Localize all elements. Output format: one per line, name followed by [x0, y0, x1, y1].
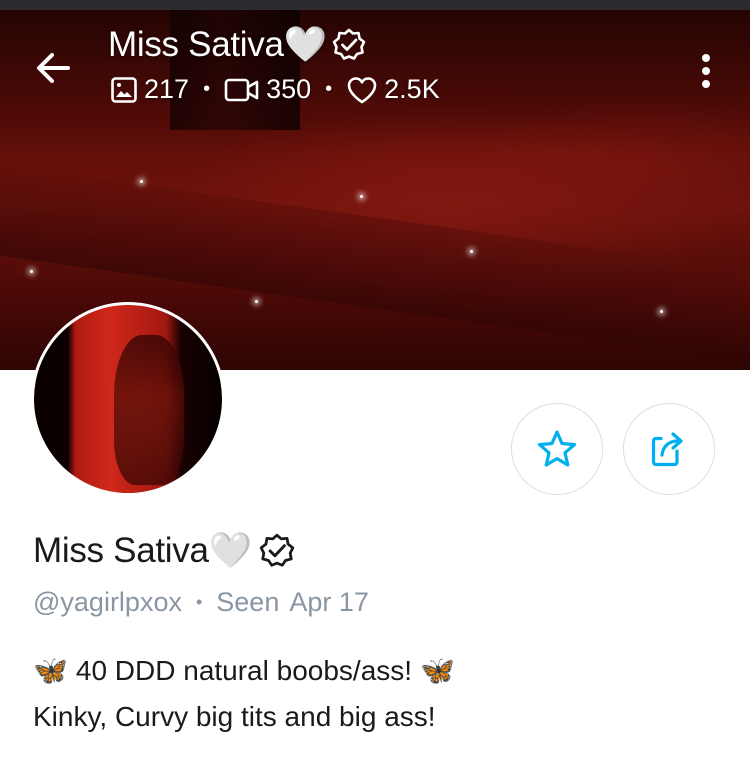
header-name: Miss Sativa🤍 — [108, 25, 327, 64]
seen-date: Apr 17 — [289, 587, 369, 617]
add-to-favorites-button[interactable] — [511, 403, 603, 495]
videos-count: 350 — [266, 74, 312, 104]
top-bar: Miss Sativa🤍 217 • 350 • 2.5K — [0, 10, 750, 120]
butterfly-emoji: 🦋 — [33, 655, 68, 686]
meta-separator: • — [195, 592, 203, 612]
profile-handle: @yagirlpxox — [33, 587, 182, 617]
profile-bio: 🦋 40 DDD natural boobs/ass! 🦋 Kinky, Cur… — [33, 648, 455, 740]
butterfly-emoji: 🦋 — [420, 655, 455, 686]
bio-text: Kinky, Curvy big tits and big ass! — [33, 701, 436, 732]
likes-count: 2.5K — [384, 74, 440, 104]
stat-separator: • — [325, 78, 333, 100]
seen-label: Seen — [216, 587, 280, 617]
image-icon — [111, 76, 137, 103]
bio-text: 40 DDD natural boobs/ass! — [75, 655, 413, 686]
profile-meta: @yagirlpxox • Seen Apr 17 — [33, 587, 369, 618]
arrow-left-icon — [37, 53, 70, 83]
profile-name: Miss Sativa🤍 — [33, 530, 296, 571]
back-button[interactable] — [30, 48, 78, 88]
more-options-button[interactable] — [688, 50, 724, 94]
heart-icon — [347, 76, 377, 103]
likes-stat[interactable]: 2.5K — [346, 74, 440, 105]
bio-line: 🦋 40 DDD natural boobs/ass! 🦋 — [33, 648, 455, 694]
photos-stat[interactable]: 217 — [110, 74, 189, 105]
bio-line: Kinky, Curvy big tits and big ass! — [33, 694, 455, 740]
more-vertical-icon — [702, 54, 710, 88]
avatar-image — [34, 305, 222, 493]
avatar[interactable] — [31, 302, 225, 496]
status-bar — [0, 0, 750, 10]
videos-stat[interactable]: 350 — [224, 74, 311, 105]
header-title: Miss Sativa🤍 — [108, 24, 367, 65]
stat-separator: • — [203, 78, 211, 100]
star-icon — [537, 430, 577, 467]
header-stats: 217 • 350 • 2.5K — [110, 74, 440, 105]
verified-icon — [332, 28, 366, 60]
share-icon — [651, 432, 683, 467]
video-icon — [224, 78, 259, 101]
verified-icon — [259, 533, 295, 567]
profile-name-text: Miss Sativa🤍 — [33, 531, 252, 570]
share-button[interactable] — [623, 403, 715, 495]
photos-count: 217 — [144, 74, 190, 104]
